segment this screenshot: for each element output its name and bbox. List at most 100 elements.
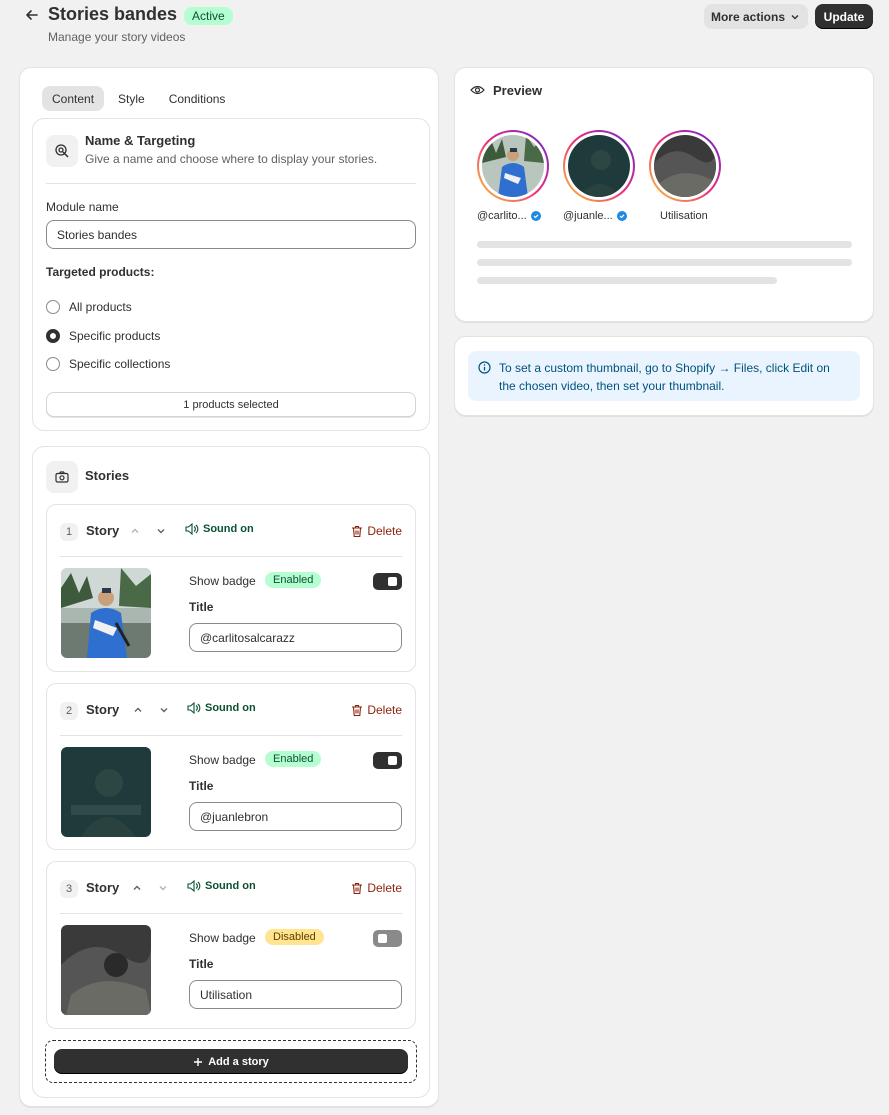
badge-toggle[interactable] (373, 573, 402, 590)
show-badge-label: Show badge (189, 574, 256, 588)
toggle-knob (388, 577, 397, 586)
products-selected-button[interactable]: 1 products selected (46, 392, 416, 417)
badge-toggle[interactable] (373, 930, 402, 947)
stories-section: Stories 1 Story Sound on Delete Show bad… (32, 446, 430, 1098)
camera-icon (46, 461, 78, 493)
badge-toggle[interactable] (373, 752, 402, 769)
title-label: Title (189, 600, 214, 614)
divider (60, 735, 402, 736)
name-targeting-section: Name & Targeting Give a name and choose … (32, 118, 430, 431)
delete-label: Delete (367, 703, 402, 717)
divider (60, 556, 402, 557)
chevron-down-icon[interactable] (155, 525, 167, 537)
chevron-up-icon[interactable] (131, 882, 143, 894)
chevron-down-icon (791, 14, 799, 19)
story-number: 3 (60, 880, 78, 898)
update-button[interactable]: Update (815, 4, 873, 29)
story-thumbnail[interactable] (61, 925, 151, 1015)
story-item: 1 Story Sound on Delete Show badge Enabl… (46, 504, 416, 672)
delete-button[interactable]: Delete (351, 703, 402, 717)
story-title-input[interactable]: Utilisation (189, 980, 402, 1009)
more-actions-button[interactable]: More actions (704, 4, 808, 29)
badge-state-pill: Disabled (265, 929, 324, 945)
story-thumbnail[interactable] (61, 568, 151, 658)
more-actions-label: More actions (710, 9, 785, 24)
avatar-name-text: Utilisation (660, 210, 708, 222)
radio-specific-products[interactable]: Specific products (46, 329, 160, 343)
skeleton-line (477, 241, 852, 248)
trash-icon (352, 525, 363, 537)
toggle-knob (388, 756, 397, 765)
delete-button[interactable]: Delete (351, 881, 402, 895)
plus-icon (194, 1057, 203, 1066)
info-icon (478, 361, 491, 374)
story-label: Story (86, 523, 120, 538)
story-avatar[interactable] (477, 130, 549, 202)
page-header: Stories bandes Active Manage your story … (0, 0, 889, 56)
info-banner: To set a custom thumbnail, go to Shopify… (468, 351, 860, 401)
info-text: To set a custom thumbnail, go to Shopify… (499, 361, 830, 393)
chevron-down-icon[interactable] (157, 882, 169, 894)
badge-state-pill: Enabled (265, 572, 322, 588)
sound-toggle[interactable]: Sound on (185, 523, 254, 535)
chevron-down-icon[interactable] (158, 704, 170, 716)
story-title-input[interactable]: @juanlebron (189, 802, 402, 831)
story-avatar[interactable] (649, 130, 721, 202)
stories-title: Stories (85, 468, 130, 483)
story-number: 1 (60, 523, 78, 541)
story-item: 2 Story Sound on Delete Show badge Enabl… (46, 683, 416, 850)
skeleton-line (477, 259, 852, 266)
section-title: Name & Targeting (85, 133, 196, 148)
trash-icon (352, 882, 363, 894)
tab-content[interactable]: Content (42, 86, 105, 111)
add-story-button[interactable]: Add a story (54, 1049, 408, 1074)
info-card: To set a custom thumbnail, go to Shopify… (454, 336, 874, 416)
sound-label: Sound on (205, 702, 256, 714)
sound-toggle[interactable]: Sound on (187, 880, 256, 892)
module-name-input[interactable]: Stories bandes (46, 220, 416, 249)
divider (60, 913, 402, 914)
page-title: Stories bandes (48, 4, 178, 24)
content-card: Content Style Conditions Name & Targetin… (19, 67, 439, 1107)
sound-label: Sound on (205, 880, 256, 892)
radio-label: All products (69, 300, 132, 314)
radio-all-products[interactable]: All products (46, 300, 132, 314)
radio-label: Specific collections (69, 357, 171, 371)
tab-conditions[interactable]: Conditions (159, 86, 236, 111)
targeted-products-label: Targeted products: (46, 265, 155, 279)
add-story-zone: Add a story (45, 1040, 417, 1083)
story-title-input[interactable]: @carlitosalcarazz (189, 623, 402, 652)
radio-specific-collections[interactable]: Specific collections (46, 357, 170, 371)
status-badge: Active (184, 7, 233, 25)
story-label: Story (86, 702, 120, 717)
story-thumbnail[interactable] (61, 747, 151, 837)
module-name-label: Module name (46, 200, 119, 214)
tab-style[interactable]: Style (108, 86, 155, 111)
sound-toggle[interactable]: Sound on (187, 702, 256, 714)
verified-icon (616, 211, 627, 221)
delete-button[interactable]: Delete (351, 524, 402, 538)
show-badge-label: Show badge (189, 753, 256, 767)
avatar-name: @juanle... (563, 210, 627, 222)
radio-dot (46, 357, 60, 371)
target-icon (46, 135, 78, 167)
avatar-name-text: @carlito... (477, 210, 527, 222)
title-label: Title (189, 957, 214, 971)
back-arrow-icon[interactable] (22, 5, 42, 25)
title-label: Title (189, 779, 214, 793)
chevron-up-icon[interactable] (129, 525, 141, 537)
preview-title: Preview (493, 83, 543, 98)
sound-label: Sound on (203, 523, 254, 535)
radio-dot (46, 300, 60, 314)
avatar-name: @carlito... (477, 210, 541, 222)
speaker-icon (187, 702, 201, 714)
delete-label: Delete (367, 881, 402, 895)
add-story-label: Add a story (208, 1055, 269, 1068)
story-avatar[interactable] (563, 130, 635, 202)
chevron-up-icon[interactable] (132, 704, 144, 716)
section-description: Give a name and choose where to display … (85, 152, 378, 166)
skeleton-line (477, 277, 777, 284)
radio-dot-selected (46, 329, 60, 343)
toggle-knob (378, 934, 387, 943)
delete-label: Delete (367, 524, 402, 538)
